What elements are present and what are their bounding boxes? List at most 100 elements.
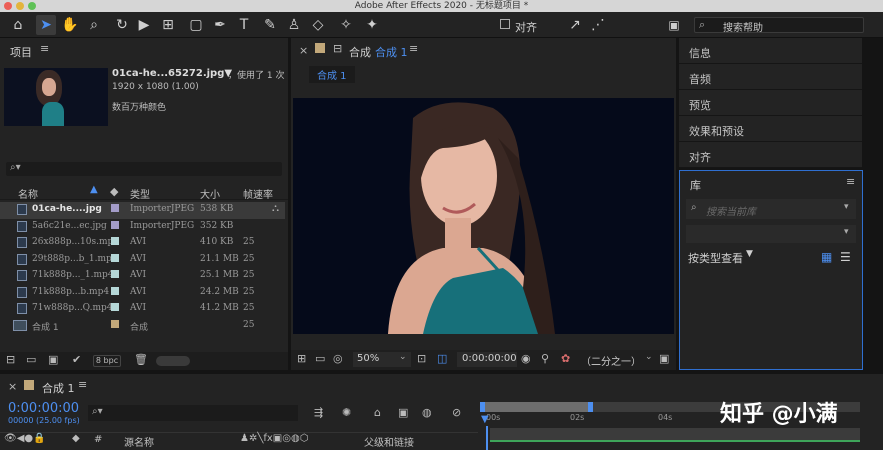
help-search-input[interactable]: ⌕ 搜索帮助 xyxy=(694,17,864,34)
label-color-swatch[interactable] xyxy=(111,254,119,262)
clone-stamp-tool-icon[interactable]: ♙ xyxy=(284,15,304,35)
comp-tab[interactable]: 合成 1 xyxy=(309,66,355,83)
composition-flowchart-icon[interactable]: ⇶ xyxy=(314,406,323,419)
project-row[interactable]: 71k888p...b.mp4 AVI 24.2 MB 25 xyxy=(0,285,285,302)
project-row[interactable]: 29t888p...b_1.mp4 AVI 21.1 MB 25 xyxy=(0,252,285,269)
label-color-swatch[interactable] xyxy=(111,287,119,295)
library-search-input[interactable]: ⌕ 搜索当前库 ▾ xyxy=(686,199,856,219)
audio-panel-header[interactable]: 音频 xyxy=(679,64,862,90)
grid-snap-icon[interactable]: ⋰ xyxy=(588,15,608,35)
playhead-line[interactable] xyxy=(486,426,488,450)
project-row[interactable]: 71k888p..._1.mp4 AVI 25.1 MB 25 xyxy=(0,268,285,285)
grid-view-icon[interactable]: ▦ xyxy=(821,250,832,264)
current-time-display[interactable]: 0:00:00:00 xyxy=(457,352,517,367)
composition-name[interactable]: 合成 1 xyxy=(375,44,408,60)
work-area-start-handle[interactable] xyxy=(480,402,485,412)
show-snapshot-icon[interactable]: ⚲ xyxy=(541,352,549,365)
new-composition-icon[interactable]: ▣ xyxy=(48,353,58,366)
layer-duration-bar[interactable] xyxy=(490,440,860,442)
snap-checkbox[interactable] xyxy=(500,19,510,29)
label-color-swatch[interactable] xyxy=(111,270,119,278)
switches-icons[interactable]: ♟✲╲fx▣◎◍⬡ xyxy=(240,433,308,444)
work-area-range[interactable] xyxy=(480,402,590,412)
panel-menu-icon[interactable]: ≡ xyxy=(78,378,87,391)
fit-icon[interactable]: ⊡ xyxy=(417,352,426,365)
project-scrollbar[interactable] xyxy=(156,356,190,366)
brush-tool-icon[interactable]: ✎ xyxy=(260,15,280,35)
panel-menu-icon[interactable]: ≡ xyxy=(409,42,418,55)
column-header-size[interactable]: 大小 xyxy=(200,186,220,201)
preview-panel-header[interactable]: 预览 xyxy=(679,90,862,116)
pan-behind-tool-icon[interactable]: ⊞ xyxy=(158,15,178,35)
close-window-button[interactable] xyxy=(4,2,12,10)
work-area-end-handle[interactable] xyxy=(588,402,593,412)
align-panel-header[interactable]: 对齐 xyxy=(679,142,862,168)
panel-menu-icon[interactable]: ≡ xyxy=(40,42,49,55)
shy-layers-icon[interactable]: ⌂ xyxy=(374,406,381,419)
label-color-swatch[interactable] xyxy=(111,237,119,245)
close-tab-icon[interactable]: × xyxy=(299,44,308,57)
selection-tool-icon[interactable]: ➤ xyxy=(36,15,56,35)
home-icon[interactable]: ⌂ xyxy=(8,15,28,35)
zoom-dropdown[interactable]: 50% ⌄ xyxy=(353,352,411,367)
text-tool-icon[interactable]: T xyxy=(234,15,254,35)
close-tab-icon[interactable]: × xyxy=(8,380,17,393)
chevron-down-icon[interactable]: ⌄ xyxy=(645,352,653,362)
rotate-tool-icon[interactable]: ↻ xyxy=(112,15,132,35)
snap-options-icon[interactable]: ↗ xyxy=(565,15,585,35)
project-row[interactable]: 合成 1 合成 25 xyxy=(0,318,285,335)
source-name-header[interactable]: 源名称 xyxy=(124,434,154,449)
label-color-swatch[interactable] xyxy=(111,204,119,212)
interpret-footage-icon[interactable]: ⊟ xyxy=(6,353,15,366)
view-by-type-dropdown[interactable]: 按类型查看 xyxy=(688,250,743,266)
lock-icon[interactable]: ⊟ xyxy=(333,42,342,55)
chevron-down-icon[interactable]: ▼ xyxy=(746,249,753,259)
effects-presets-panel-header[interactable]: 效果和预设 xyxy=(679,116,862,142)
mask-visibility-icon[interactable]: ◫ xyxy=(437,352,447,365)
project-row[interactable]: 26x888p...10s.mp4 AVI 410 KB 25 xyxy=(0,235,285,252)
draft-3d-icon[interactable]: ✺ xyxy=(342,406,351,419)
graph-editor-icon[interactable]: ⊘ xyxy=(452,406,461,419)
project-row[interactable]: 5a6c21e...ec.jpg ImporterJPEG 352 KB xyxy=(0,219,285,236)
label-color-swatch[interactable] xyxy=(111,221,119,229)
selected-item-name[interactable]: 01ca-he...65272.jpg▼ xyxy=(112,68,232,79)
label-tag-icon[interactable]: ◆ xyxy=(110,185,118,198)
column-header-fps[interactable]: 帧速率 xyxy=(243,186,273,201)
color-channels-icon[interactable]: ✿ xyxy=(561,352,570,365)
timeline-track[interactable] xyxy=(490,428,860,442)
pen-tool-icon[interactable]: ✒ xyxy=(210,15,230,35)
timeline-current-time[interactable]: 0:00:00:00 xyxy=(8,401,79,416)
playhead-icon[interactable]: ▼ xyxy=(481,414,489,425)
resolution-dropdown[interactable]: （二分之一） xyxy=(581,353,641,368)
label-color-swatch[interactable] xyxy=(111,320,119,328)
frame-blending-icon[interactable]: ▣ xyxy=(398,406,408,419)
list-view-icon[interactable]: ☰ xyxy=(840,250,851,264)
timeline-search-input[interactable]: ⌕▾ xyxy=(88,405,298,421)
sort-ascending-icon[interactable]: ▲ xyxy=(90,184,98,195)
trash-icon[interactable]: 🗑 xyxy=(134,353,148,366)
label-tag-icon[interactable]: ◆ xyxy=(72,433,80,444)
hierarchy-icon[interactable]: ⛬ xyxy=(272,203,279,214)
rectangle-tool-icon[interactable]: ▢ xyxy=(186,15,206,35)
motion-blur-icon[interactable]: ◍ xyxy=(422,406,432,419)
library-selector-dropdown[interactable]: ▾ xyxy=(686,225,856,243)
region-of-interest-icon[interactable]: ▣ xyxy=(659,352,669,365)
new-folder-icon[interactable]: ▭ xyxy=(26,353,36,366)
info-panel-header[interactable]: 信息 xyxy=(679,38,862,64)
hand-tool-icon[interactable]: ✋ xyxy=(60,15,80,35)
column-header-type[interactable]: 类型 xyxy=(130,186,150,201)
project-search-input[interactable]: ⌕▾ xyxy=(6,162,282,176)
parent-link-header[interactable]: 父级和链接 xyxy=(364,434,414,449)
camera-tool-icon[interactable]: ▶ xyxy=(134,15,154,35)
column-header-name[interactable]: 名称 xyxy=(18,186,38,201)
roto-brush-tool-icon[interactable]: ✧ xyxy=(336,15,356,35)
always-preview-icon[interactable]: ⊞ xyxy=(297,352,306,365)
panel-menu-icon[interactable]: ≡ xyxy=(846,175,855,188)
label-color-swatch[interactable] xyxy=(111,303,119,311)
vr-icon[interactable]: ◎ xyxy=(333,352,343,365)
bit-depth-button[interactable]: 8 bpc xyxy=(93,355,121,367)
flowchart-icon[interactable]: ✔ xyxy=(72,353,81,366)
minimize-window-button[interactable] xyxy=(16,2,24,10)
puppet-pin-tool-icon[interactable]: ✦ xyxy=(362,15,382,35)
zoom-tool-icon[interactable]: ⌕ xyxy=(84,15,104,35)
